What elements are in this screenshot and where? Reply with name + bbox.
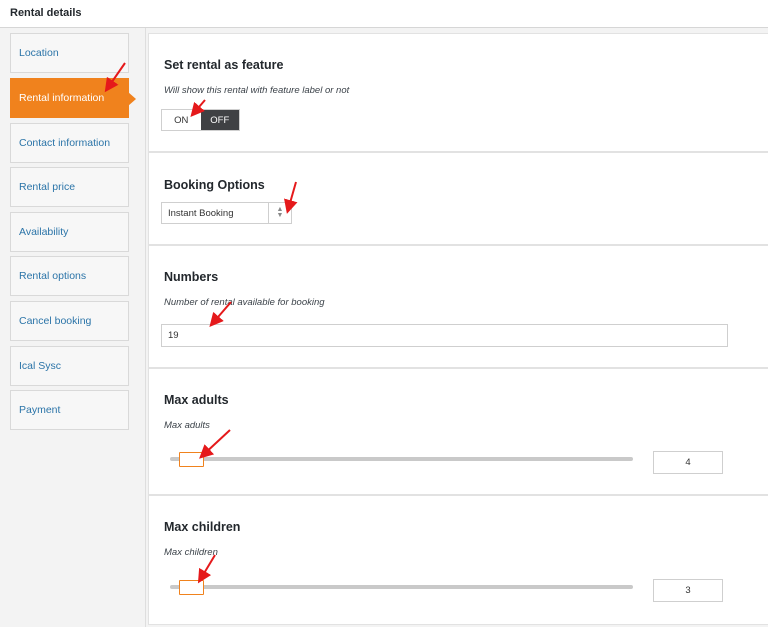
annotation-overlay bbox=[104, 62, 298, 584]
red-arrow-icon bbox=[197, 554, 216, 584]
red-arrow-icon bbox=[199, 429, 231, 459]
red-arrow-icon bbox=[104, 62, 126, 93]
red-arrow-icon bbox=[209, 301, 232, 328]
red-arrow-icon bbox=[190, 99, 206, 118]
red-arrow-icon bbox=[284, 181, 298, 214]
